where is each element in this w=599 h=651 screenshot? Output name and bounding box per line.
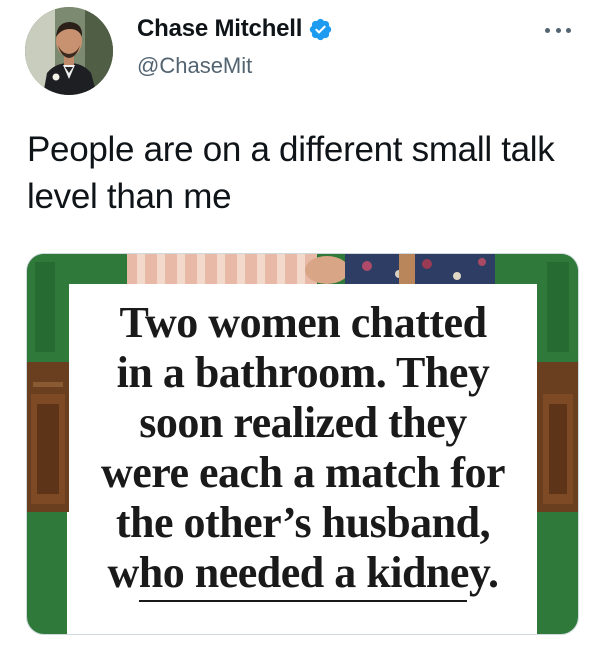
- headline-line: were each a match for: [100, 448, 506, 497]
- media-headline: Two women chatted in a bathroom. They so…: [69, 298, 537, 598]
- tweet: Chase Mitchell @ChaseMit People are on a…: [0, 0, 599, 651]
- tweet-media-image[interactable]: Two women chatted in a bathroom. They so…: [26, 253, 579, 635]
- author-name-row: Chase Mitchell: [137, 14, 333, 44]
- more-options-icon[interactable]: [545, 20, 571, 40]
- headline-line: the other’s husband,: [115, 498, 491, 547]
- dot: [545, 27, 550, 33]
- headline-line: Two women chatted: [119, 298, 487, 347]
- author-handle[interactable]: @ChaseMit: [137, 52, 252, 80]
- headline-underline: [139, 600, 467, 602]
- avatar-photo: [25, 7, 113, 95]
- tweet-text: People are on a different small talk lev…: [27, 130, 564, 216]
- headline-card: Two women chatted in a bathroom. They so…: [69, 284, 537, 634]
- verified-badge-icon: [308, 17, 333, 42]
- dot: [555, 27, 561, 33]
- avatar[interactable]: [25, 7, 113, 95]
- display-name[interactable]: Chase Mitchell: [137, 14, 302, 44]
- headline-line: who needed a kidney.: [107, 548, 499, 597]
- headline-line: soon realized they: [139, 398, 467, 447]
- dot: [566, 27, 571, 33]
- headline-line: in a bathroom. They: [116, 348, 490, 397]
